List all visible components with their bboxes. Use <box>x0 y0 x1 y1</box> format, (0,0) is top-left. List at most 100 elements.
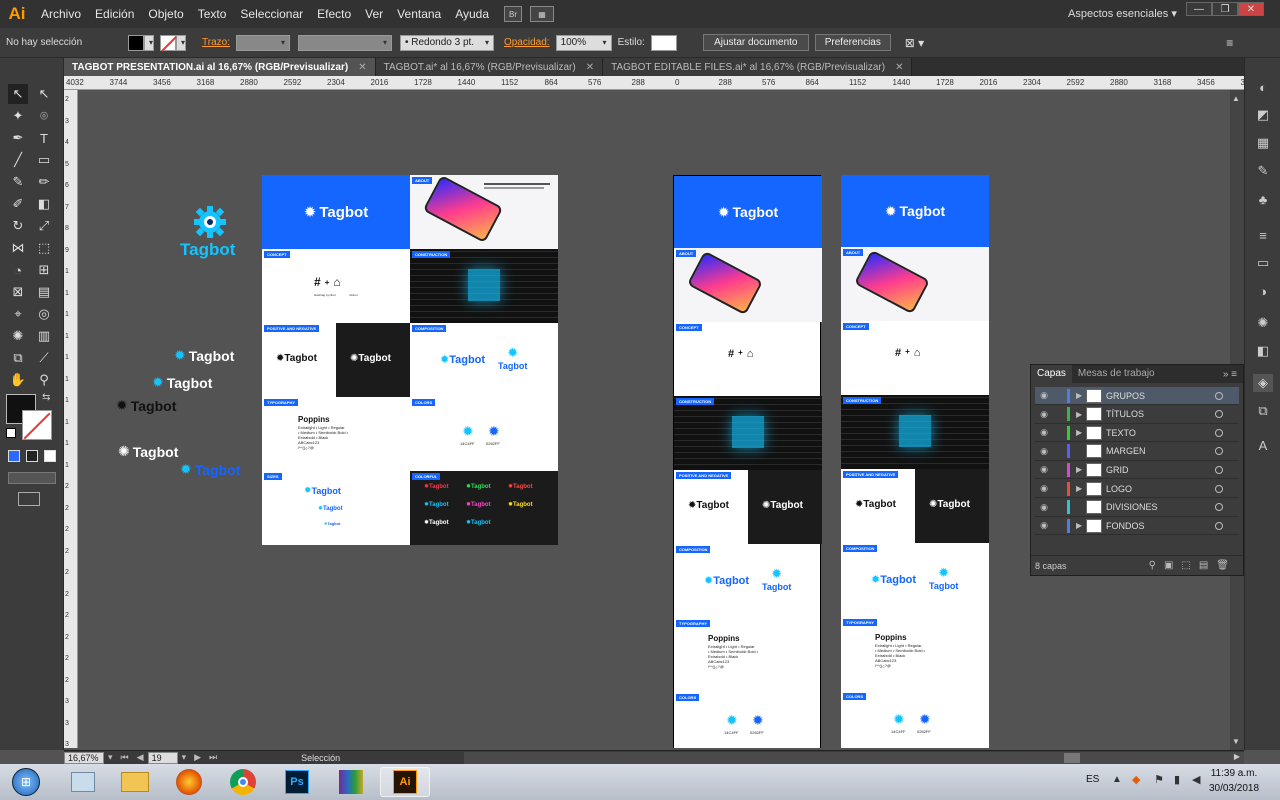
clock-time[interactable]: 11:39 a.m. <box>1206 768 1262 779</box>
start-button[interactable]: ⊞ <box>2 767 50 797</box>
menu-ayuda[interactable]: Ayuda <box>448 0 496 28</box>
expand-triangle-icon[interactable]: ▶ <box>1076 484 1086 493</box>
graphic-styles-icon[interactable]: ◧ <box>1253 342 1273 360</box>
layer-name[interactable]: MARGEN <box>1106 446 1146 456</box>
arrange-icon[interactable]: ⊠ ▾ <box>899 36 930 50</box>
perspective-grid-tool-icon[interactable]: ⊞ <box>34 260 54 280</box>
stroke-swatch[interactable] <box>160 34 177 52</box>
visibility-eye-icon[interactable]: ◉ <box>1035 409 1053 420</box>
layers-panel-icon[interactable]: ◈ <box>1253 374 1273 392</box>
layer-target-icon[interactable] <box>1215 410 1223 419</box>
color-mode-icon[interactable] <box>8 450 20 462</box>
menu-archivo[interactable]: Archivo <box>34 0 88 28</box>
network-icon[interactable]: ▮ <box>1174 773 1180 786</box>
expand-triangle-icon[interactable]: ▶ <box>1076 428 1086 437</box>
eraser-tool-icon[interactable]: ◧ <box>34 194 54 214</box>
paintbrush-tool-icon[interactable]: ✎ <box>8 172 28 192</box>
menu-objeto[interactable]: Objeto <box>141 0 190 28</box>
blob-brush-tool-icon[interactable]: ✐ <box>8 194 28 214</box>
stroke-panel-icon[interactable]: ≡ <box>1253 226 1273 244</box>
artboard-column-2[interactable]: ✹ Tagbot ABOUT CONCEPT # + ⌂ CONSTRUCTION P… <box>841 175 989 748</box>
clock-date[interactable]: 30/03/2018 <box>1206 783 1262 794</box>
swatches-icon[interactable]: ▦ <box>1253 134 1273 152</box>
visibility-eye-icon[interactable]: ◉ <box>1035 502 1053 513</box>
layer-name[interactable]: GRUPOS <box>1106 391 1145 401</box>
layer-name[interactable]: TEXTO <box>1106 428 1136 438</box>
eyedropper-tool-icon[interactable]: ⌖ <box>8 304 28 324</box>
close-tab-icon[interactable]: ✕ <box>586 62 594 73</box>
visibility-eye-icon[interactable]: ◉ <box>1035 446 1053 457</box>
free-transform-tool-icon[interactable]: ⬚ <box>34 238 54 258</box>
lasso-tool-icon[interactable]: ⌾ <box>34 106 54 126</box>
layer-row[interactable]: ◉ ▶ GRUPOS <box>1035 387 1239 405</box>
menu-ventana[interactable]: Ventana <box>390 0 448 28</box>
gradient-mode-icon[interactable] <box>26 450 38 462</box>
opacity-label[interactable]: Opacidad: <box>498 37 556 48</box>
tagbot-logo-outline[interactable]: ✺ Tagbot <box>118 443 178 460</box>
rotate-tool-icon[interactable]: ↻ <box>8 216 28 236</box>
tab-tagbot-editable[interactable]: TAGBOT EDITABLE FILES.ai* al 16,67% (RGB… <box>603 58 913 76</box>
tab-layers[interactable]: Capas <box>1031 365 1072 383</box>
menu-ver[interactable]: Ver <box>358 0 390 28</box>
scale-tool-icon[interactable]: ⤢ <box>34 216 54 236</box>
color-guide-icon[interactable]: ◩ <box>1253 106 1273 124</box>
workspace-switcher[interactable]: Aspectos esenciales ▾ <box>1068 0 1177 28</box>
visibility-eye-icon[interactable]: ◉ <box>1035 483 1053 494</box>
artboard-presentation-grid[interactable]: ✹ Tagbot ABOUT CONCEPT # + ⌂ Hashtag symbol… <box>262 174 558 545</box>
illustrator-taskbar-icon[interactable]: Ai <box>380 767 430 797</box>
zoom-dropdown-icon[interactable]: ▾ <box>108 752 113 763</box>
stroke-color-box[interactable] <box>22 410 52 440</box>
width-tool-icon[interactable]: ⋈ <box>8 238 28 258</box>
symbol-sprayer-tool-icon[interactable]: ✺ <box>8 326 28 346</box>
default-colors-icon[interactable] <box>6 428 16 438</box>
layer-name[interactable]: TÍTULOS <box>1106 409 1144 419</box>
column-graph-tool-icon[interactable]: ▥ <box>34 326 54 346</box>
tagbot-gear-icon[interactable] <box>194 206 226 238</box>
menu-efecto[interactable]: Efecto <box>310 0 358 28</box>
layer-row[interactable]: ◉ DIVISIONES <box>1035 499 1239 517</box>
slice-tool-icon[interactable]: ⟋ <box>34 348 54 368</box>
selection-tool-icon[interactable]: ↖ <box>8 84 28 104</box>
close-tab-icon[interactable]: ✕ <box>895 62 903 73</box>
layer-target-icon[interactable] <box>1215 465 1223 474</box>
gradient-tool-icon[interactable]: ▤ <box>34 282 54 302</box>
panel-menu-icon[interactable]: ≡ <box>1220 36 1239 50</box>
pencil-tool-icon[interactable]: ✏ <box>34 172 54 192</box>
layer-name[interactable]: LOGO <box>1106 484 1132 494</box>
menu-texto[interactable]: Texto <box>191 0 234 28</box>
symbols-icon[interactable]: ♣ <box>1253 190 1273 208</box>
artboard-dropdown-icon[interactable]: ▾ <box>182 752 187 763</box>
style-swatch[interactable] <box>650 34 677 51</box>
expand-triangle-icon[interactable]: ▶ <box>1076 391 1086 400</box>
visibility-eye-icon[interactable]: ◉ <box>1035 427 1053 438</box>
appearance-icon[interactable]: ✺ <box>1253 314 1273 332</box>
tab-artboards[interactable]: Mesas de trabajo <box>1072 365 1161 383</box>
visibility-eye-icon[interactable]: ◉ <box>1035 464 1053 475</box>
swap-colors-icon[interactable]: ⇆ <box>42 392 50 403</box>
horizontal-scrollbar[interactable]: ▶ <box>464 751 1244 764</box>
artboard-column-1[interactable]: ✹ Tagbot ABOUT CONCEPT # + ⌂ CONSTRUCTION P… <box>673 175 822 748</box>
panel-menu-icon[interactable]: » ≡ <box>1223 369 1237 380</box>
restore-button[interactable]: ❐ <box>1212 2 1238 16</box>
minimize-button[interactable]: — <box>1186 2 1212 16</box>
visibility-eye-icon[interactable]: ◉ <box>1035 390 1053 401</box>
layer-row[interactable]: ◉ ▶ TEXTO <box>1035 424 1239 443</box>
hand-tool-icon[interactable]: ✋ <box>8 370 28 390</box>
first-artboard-icon[interactable]: ⏮ <box>121 752 129 763</box>
brush-dropdown[interactable]: • Redondo 3 pt. ▾ <box>399 34 494 51</box>
tagbot-wordmark-cyan[interactable]: Tagbot <box>180 240 235 260</box>
folder-icon[interactable] <box>110 767 160 797</box>
layer-row[interactable]: ◉ ▶ GRID <box>1035 461 1239 480</box>
line-tool-icon[interactable]: ╱ <box>8 150 28 170</box>
layer-target-icon[interactable] <box>1215 484 1223 493</box>
layer-target-icon[interactable] <box>1215 521 1223 530</box>
tagbot-logo-white-2[interactable]: ✹ Tagbot <box>152 374 212 391</box>
chrome-icon[interactable] <box>218 767 268 797</box>
expand-triangle-icon[interactable]: ▶ <box>1076 465 1086 474</box>
last-artboard-icon[interactable]: ⏭ <box>209 752 217 763</box>
photoshop-icon[interactable]: Ps <box>272 767 322 797</box>
volume-icon[interactable]: ◀ <box>1192 773 1200 786</box>
artboard-number-field[interactable]: 19 <box>147 751 178 764</box>
layer-target-icon[interactable] <box>1215 428 1223 437</box>
layer-target-icon[interactable] <box>1215 391 1223 400</box>
